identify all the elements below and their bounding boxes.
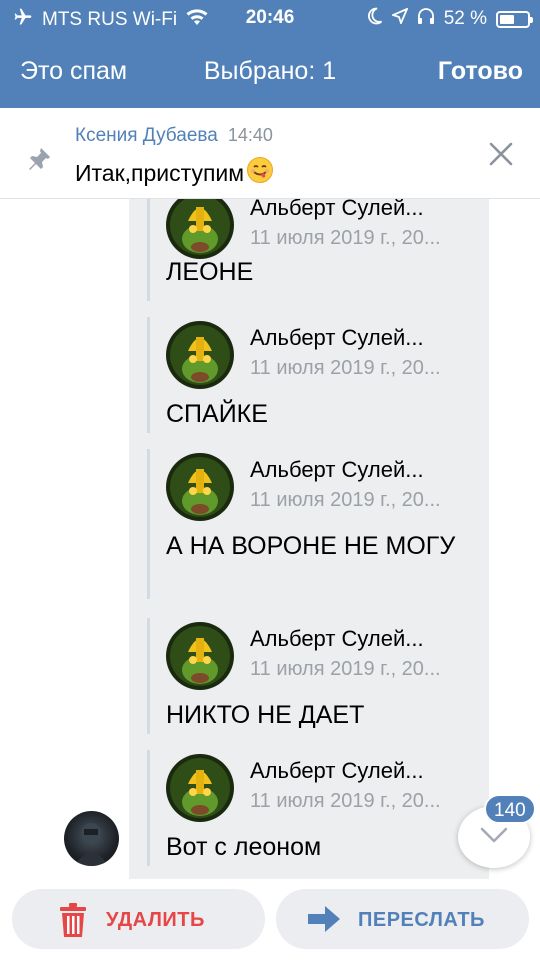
forwarded-text: Вот с леоном xyxy=(166,833,322,861)
forwarded-message: Альберт Сулей... 11 июля 2019 г., 20... … xyxy=(147,317,467,433)
forward-arrow-icon xyxy=(308,905,340,939)
pin-icon xyxy=(26,146,52,177)
forwarded-message: Альберт Сулей... 11 июля 2019 г., 20... … xyxy=(147,449,467,599)
forwarded-avatar xyxy=(166,622,234,690)
status-right: 52 % xyxy=(367,7,533,31)
pinned-message[interactable]: Ксения Дубаева 14:40 Итак,приступим xyxy=(0,108,540,199)
delete-label: УДАЛИТЬ xyxy=(106,909,205,931)
chevron-down-icon xyxy=(480,826,508,849)
forwarded-avatar xyxy=(166,453,234,521)
forwarded-author: Альберт Сулей... xyxy=(250,758,424,783)
forwarded-message: Альберт Сулей... 11 июля 2019 г., 20... … xyxy=(147,750,467,866)
forwarded-message: Альберт Сулей... 11 июля 2019 г., 20... … xyxy=(147,618,467,734)
forwarded-author: Альберт Сулей... xyxy=(250,325,424,350)
forwarded-author: Альберт Сулей... xyxy=(250,457,424,482)
battery-percent: 52 % xyxy=(443,8,487,29)
battery-icon xyxy=(496,10,533,28)
forwarded-date: 11 июля 2019 г., 20... xyxy=(250,357,441,379)
forwarded-text: СПАЙКЕ xyxy=(166,400,268,428)
forwarded-avatar xyxy=(166,754,234,822)
headphones-icon xyxy=(417,7,435,31)
action-bar: УДАЛИТЬ ПЕРЕСЛАТЬ xyxy=(0,879,540,960)
forward-button[interactable]: ПЕРЕСЛАТЬ xyxy=(276,889,529,949)
forwarded-author: Альберт Сулей... xyxy=(250,626,424,651)
battery-fill xyxy=(500,14,514,24)
forwarded-date: 11 июля 2019 г., 20... xyxy=(250,658,441,680)
forwarded-avatar xyxy=(166,199,234,259)
pinned-author-name: Ксения Дубаева xyxy=(75,125,218,146)
pinned-text: Итак,приступим xyxy=(75,159,245,186)
done-button[interactable]: Готово xyxy=(438,57,523,86)
smiley-tongue-emoji-icon xyxy=(246,156,274,190)
forwarded-date: 11 июля 2019 г., 20... xyxy=(250,489,441,511)
forwarded-text: А НА ВОРОНЕ НЕ МОГУ xyxy=(166,532,456,560)
delete-button[interactable]: УДАЛИТЬ xyxy=(12,889,265,949)
header: MTS RUS Wi-Fi 20:46 52 % Это спам Выбран… xyxy=(0,0,540,108)
sender-avatar[interactable] xyxy=(64,811,119,866)
close-pinned-icon[interactable] xyxy=(489,142,513,171)
message-list[interactable]: Альберт Сулей... 11 июля 2019 г., 20... … xyxy=(0,199,540,879)
forwarded-avatar xyxy=(166,321,234,389)
navbar: Это спам Выбрано: 1 Готово xyxy=(0,44,540,100)
forwarded-date: 11 июля 2019 г., 20... xyxy=(250,790,441,812)
unread-count-badge: 140 xyxy=(484,794,536,824)
moon-icon xyxy=(367,7,383,31)
pinned-author: Ксения Дубаева 14:40 xyxy=(75,125,273,147)
forwarded-message: Альберт Сулей... 11 июля 2019 г., 20... … xyxy=(147,199,467,301)
forward-label: ПЕРЕСЛАТЬ xyxy=(358,909,485,931)
trash-icon xyxy=(60,903,86,943)
forwarded-author: Альберт Сулей... xyxy=(250,199,424,220)
pinned-time: 14:40 xyxy=(227,125,273,145)
status-bar: MTS RUS Wi-Fi 20:46 52 % xyxy=(0,0,540,36)
forwarded-text: НИКТО НЕ ДАЕТ xyxy=(166,701,365,729)
forwarded-text: ЛЕОНЕ xyxy=(166,258,254,286)
forwarded-date: 11 июля 2019 г., 20... xyxy=(250,227,441,249)
pinned-text-row: Итак,приступим xyxy=(75,156,274,190)
location-icon xyxy=(390,7,409,30)
